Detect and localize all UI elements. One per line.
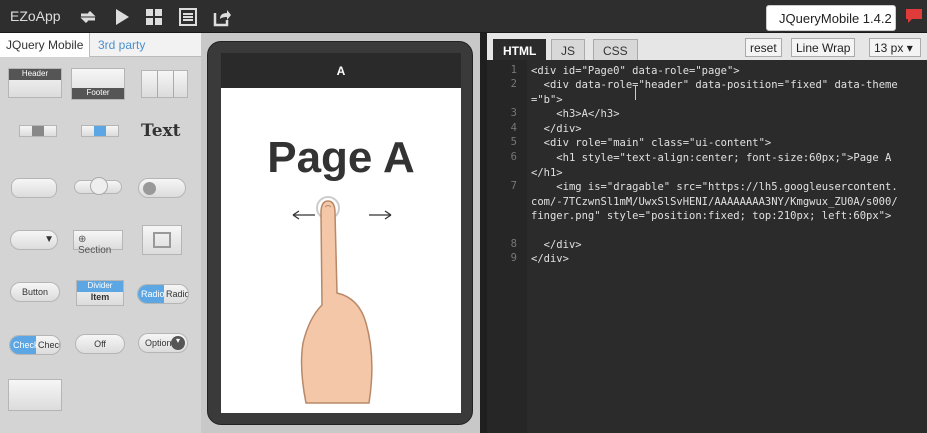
reset-button[interactable]: reset (745, 38, 782, 57)
search-widget[interactable] (138, 178, 186, 198)
preview-title: Page A (267, 133, 415, 182)
line-number: 7 (510, 180, 517, 192)
share-icon[interactable] (212, 7, 232, 27)
range-widget[interactable] (74, 177, 122, 195)
play-icon[interactable] (112, 7, 132, 27)
header-widget-label: Header (9, 69, 61, 80)
grid-icon[interactable] (144, 7, 164, 27)
version-dropdown[interactable]: JQueryMobile 1.4.2 ▾ (766, 5, 896, 41)
line-gutter: 1 2 3 4 5 6 7 8 9 (487, 60, 527, 433)
line-number: 9 (510, 252, 517, 264)
finger-icon[interactable] (291, 193, 401, 413)
tab-3rd-party[interactable]: 3rd party (92, 33, 151, 57)
line-number: 8 (510, 238, 517, 250)
checkbox-widget[interactable]: Check Check (9, 335, 61, 355)
tab-css[interactable]: CSS (593, 39, 638, 60)
footer-widget[interactable]: Footer (71, 68, 125, 100)
select-widget[interactable]: ▼ (10, 230, 58, 250)
text-cursor (635, 86, 636, 100)
device-frame: A Page A (207, 41, 473, 425)
chat-icon[interactable] (905, 8, 923, 24)
radio-widget[interactable]: Radio Radio (137, 284, 189, 304)
section-label: Section (78, 245, 112, 256)
palette-tabs: JQuery Mobile 3rd party (0, 33, 201, 57)
search-icon (143, 182, 156, 195)
check-label-2: Check (38, 340, 61, 350)
slider-blue-widget[interactable] (81, 125, 119, 137)
radio-label-2: Radio (166, 289, 189, 299)
item-label: Item (90, 292, 110, 302)
component-panel: JQuery Mobile 3rd party Header Footer Te… (0, 33, 201, 433)
code-editor-panel: HTML JS CSS reset Line Wrap 13 px ▾ 1 2 … (487, 33, 927, 433)
font-size-dropdown[interactable]: 13 px ▾ (869, 38, 921, 57)
code-line: <div data-role="header" data-position="f… (531, 79, 898, 106)
font-size-label: 13 px (874, 41, 904, 55)
line-number: 3 (510, 107, 517, 119)
code-line: <div role="main" class="ui-content"> (531, 137, 772, 149)
check-label-1: Check (10, 336, 39, 354)
line-number: 5 (510, 136, 517, 148)
chevron-down-icon: ▼ (44, 234, 54, 245)
chevron-down-icon: ▾ (171, 336, 185, 350)
grid-widget[interactable] (141, 70, 188, 98)
code-line: </div> (531, 123, 582, 135)
option-label: Option (145, 338, 172, 348)
button-widget[interactable]: Button (10, 282, 60, 302)
divider-label: Divider (77, 281, 123, 292)
code-line: </div> (531, 239, 582, 251)
refresh-icon[interactable] (78, 7, 98, 27)
flipswitch-widget[interactable]: Off (75, 334, 125, 354)
option-widget[interactable]: Option ▾ (138, 333, 188, 353)
top-toolbar: EZoApp JQueryMobile 1.4.2 ▾ (0, 0, 927, 41)
tab-jquery-mobile[interactable]: JQuery Mobile (0, 33, 91, 57)
code-line: <div id="Page0" data-role="page"> (531, 65, 740, 77)
preview-header: A (221, 53, 461, 88)
image-widget[interactable] (142, 225, 182, 255)
line-number: 4 (510, 122, 517, 134)
panel-splitter[interactable] (480, 33, 487, 433)
code-line: <img is="dragable" src="https://lh5.goog… (531, 181, 898, 222)
line-number: 2 (510, 78, 517, 90)
code-line: <h3>A</h3> (531, 108, 620, 120)
preview-panel: A Page A (201, 33, 480, 433)
version-label: JQueryMobile 1.4.2 (779, 11, 892, 26)
device-screen[interactable]: A Page A (221, 53, 461, 413)
line-wrap-button[interactable]: Line Wrap (791, 38, 856, 57)
image-icon (153, 232, 171, 248)
code-area[interactable]: <div id="Page0" data-role="page"> <div d… (527, 60, 927, 433)
code-line: <h1 style="text-align:center; font-size:… (531, 152, 892, 179)
collapsible-widget[interactable]: ⊕ Section (73, 230, 123, 256)
tab-html[interactable]: HTML (493, 39, 547, 60)
line-number: 1 (510, 64, 517, 76)
slider-left-widget[interactable] (19, 125, 57, 137)
app-logo: EZoApp (10, 8, 61, 24)
listview-widget[interactable]: Divider Item (76, 280, 124, 306)
header-widget[interactable]: Header (8, 68, 62, 98)
radio-label-1: Radio (138, 285, 165, 303)
tab-js[interactable]: JS (551, 39, 586, 60)
text-widget[interactable]: Text (141, 121, 181, 141)
textarea-widget[interactable] (8, 379, 62, 411)
chevron-down-icon: ▾ (906, 41, 913, 55)
input-widget[interactable] (11, 178, 57, 198)
list-icon[interactable] (178, 7, 198, 27)
editor-tabs: HTML JS CSS reset Line Wrap 13 px ▾ (487, 33, 927, 60)
line-number: 6 (510, 151, 517, 163)
code-line: </div> (531, 253, 569, 265)
footer-widget-label: Footer (72, 88, 124, 99)
